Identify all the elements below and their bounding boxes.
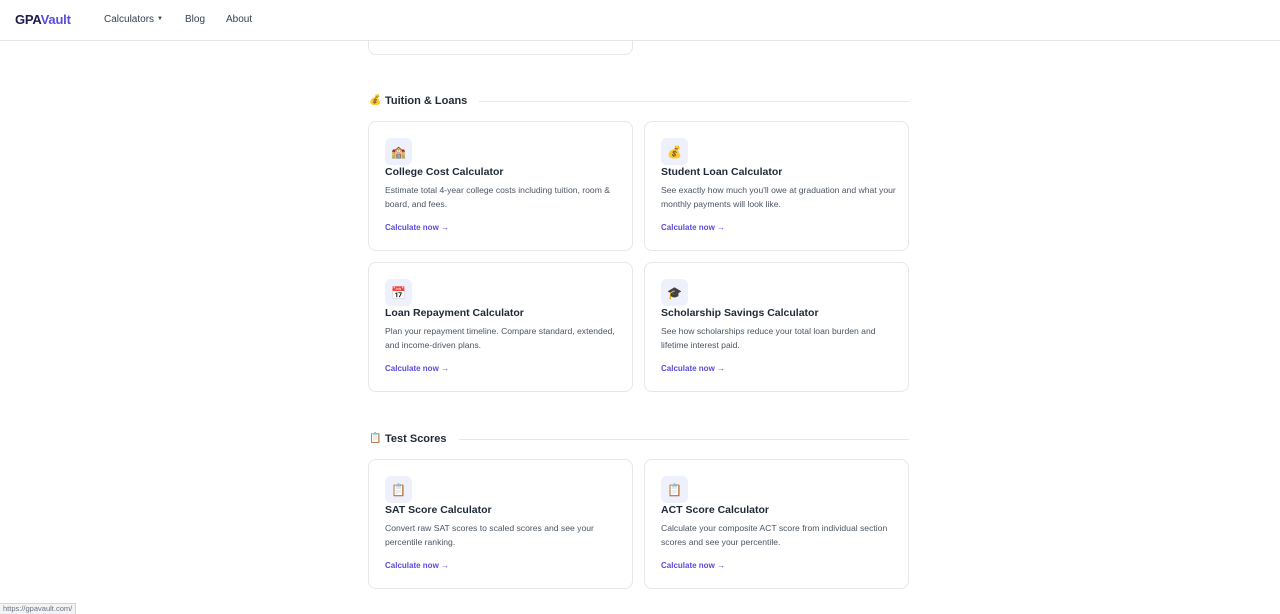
nav-blog-link[interactable]: Blog [185,14,205,25]
card-description: Estimate total 4-year college costs incl… [385,185,610,209]
section-divider [458,438,909,440]
card-act-score-calculator[interactable]: 📋 ACT Score Calculator Calculate your co… [644,459,909,589]
card-description: See how scholarships reduce your total l… [661,326,876,350]
calculate-now-link[interactable]: Calculate now → [385,223,449,232]
brand-logo[interactable]: GPAVault [15,12,71,27]
card-description: See exactly how much you'll owe at gradu… [661,185,896,209]
calculate-now-link[interactable]: Calculate now → [661,364,725,373]
card-sat-score-calculator[interactable]: 📋 SAT Score Calculator Convert raw SAT s… [368,459,633,589]
clipboard-icon: 📋 [369,433,382,444]
clipboard-icon: 📋 [661,476,688,503]
nav-calculators-dropdown[interactable]: Calculators ▼ [104,14,163,25]
card-loan-repayment-calculator[interactable]: 📅 Loan Repayment Calculator Plan your re… [368,262,633,392]
browser-status-url: https://gpavault.com/ [0,603,77,614]
calendar-icon: 📅 [385,279,412,306]
card-description: Convert raw SAT scores to scaled scores … [385,523,594,547]
nav-calculators-label: Calculators [104,14,155,25]
money-bag-icon: 💰 [661,138,688,165]
card-title: College Cost Calculator [385,166,504,178]
calculate-now-link[interactable]: Calculate now → [385,364,449,373]
section-title: Test Scores [385,433,447,445]
card-title: ACT Score Calculator [661,504,769,516]
section-header-tuition-loans: 💰 Tuition & Loans [369,93,909,109]
brand-part-vault: Vault [40,12,71,27]
caret-down-icon: ▼ [157,16,163,22]
calculate-now-link[interactable]: Calculate now → [661,223,725,232]
card-scholarship-savings-calculator[interactable]: 🎓 Scholarship Savings Calculator See how… [644,262,909,392]
clipboard-icon: 📋 [385,476,412,503]
graduation-cap-icon: 🎓 [661,279,688,306]
card-title: Student Loan Calculator [661,166,783,178]
section-title: Tuition & Loans [385,95,468,107]
section-divider [479,100,909,102]
brand-part-gpa: GPA [15,12,41,27]
card-description: Calculate your composite ACT score from … [661,523,888,547]
card-college-cost-calculator[interactable]: 🏫 College Cost Calculator Estimate total… [368,121,633,251]
top-nav: GPAVault Calculators ▼ Blog About [0,0,1280,41]
card-description: Plan your repayment timeline. Compare st… [385,326,615,350]
card-title: Scholarship Savings Calculator [661,307,819,319]
money-bag-icon: 💰 [369,95,382,106]
school-icon: 🏫 [385,138,412,165]
calculate-now-link[interactable]: Calculate now → [385,561,449,570]
calculate-now-link[interactable]: Calculate now → [661,561,725,570]
card-title: Loan Repayment Calculator [385,307,524,319]
card-student-loan-calculator[interactable]: 💰 Student Loan Calculator See exactly ho… [644,121,909,251]
card-title: SAT Score Calculator [385,504,492,516]
nav-about-link[interactable]: About [226,14,252,25]
section-header-test-scores: 📋 Test Scores [369,431,909,447]
